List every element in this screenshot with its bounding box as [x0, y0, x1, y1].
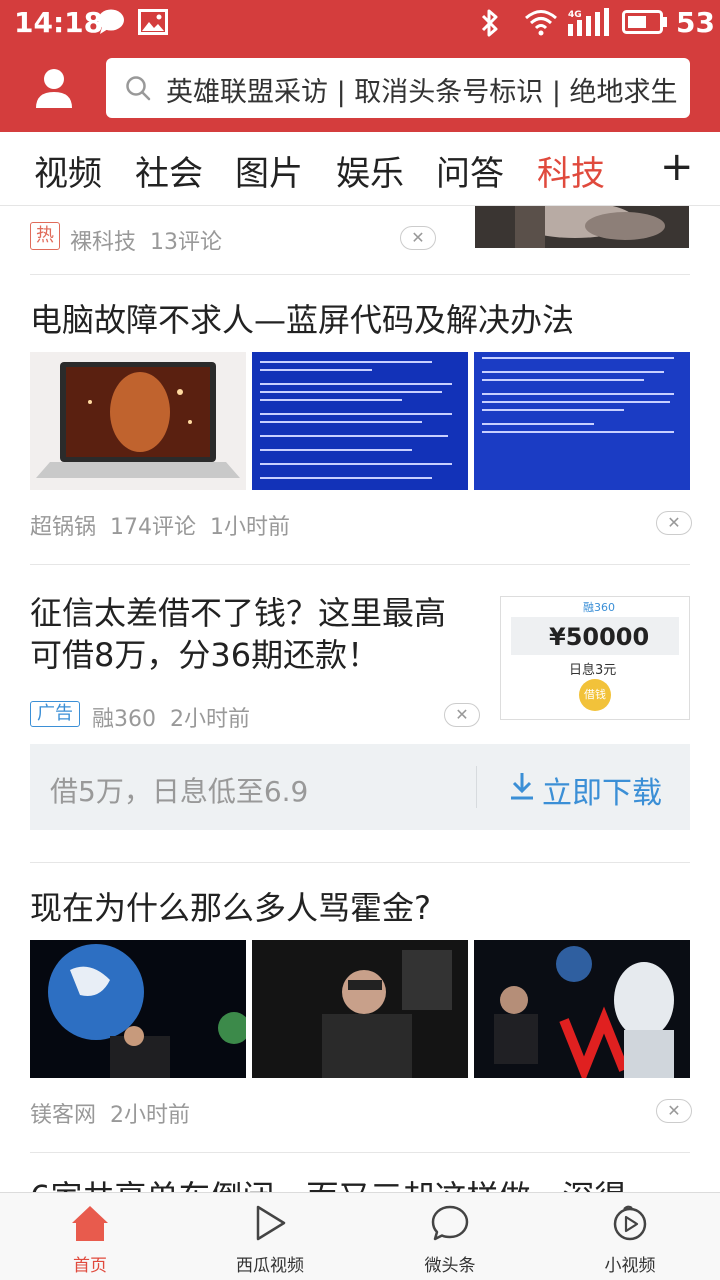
nav-label: 西瓜视频 — [236, 1256, 304, 1276]
hawking-thumbnail — [252, 940, 468, 1078]
search-bar[interactable]: 英雄联盟采访 | 取消头条号标识 | 绝地求生 — [106, 58, 690, 118]
svg-text:4G: 4G — [568, 10, 582, 20]
tab-pictures[interactable]: 图片 — [235, 146, 303, 195]
dislike-close-icon[interactable]: ✕ — [656, 511, 692, 535]
dislike-close-icon[interactable]: ✕ — [400, 226, 436, 250]
nav-micro-headline[interactable]: 微头条 — [390, 1193, 510, 1280]
download-icon[interactable] — [508, 770, 536, 802]
status-bar: 14:18 4G 53 — [0, 0, 720, 46]
battery-icon — [622, 10, 667, 34]
bottom-navigation: 首页 西瓜视频 微头条 小视频 — [0, 1192, 720, 1280]
ad-image-rate: 日息3元 — [569, 663, 617, 678]
nav-home[interactable]: 首页 — [30, 1193, 150, 1280]
search-hot-keywords: 英雄联盟采访 | 取消头条号标识 | 绝地求生 — [166, 77, 678, 108]
bluescreen-thumbnail — [252, 352, 468, 490]
tab-video[interactable]: 视频 — [34, 146, 102, 195]
short-video-icon — [613, 1205, 647, 1241]
dislike-close-icon[interactable]: ✕ — [444, 703, 480, 727]
tab-tech[interactable]: 科技 — [537, 146, 605, 195]
news-feed[interactable]: 热 裸科技 13评论 ✕ 电脑故障不求人—蓝屏代码及解决办法 超锅锅 174评论… — [0, 206, 720, 1192]
channel-tabs: 视频 社会 图片 娱乐 问答 科技 + — [0, 132, 720, 206]
ad-download-bar[interactable]: 借5万，日息低至6.9 立即下载 — [30, 744, 690, 830]
bluescreen-thumbnail — [474, 352, 690, 490]
ad-title[interactable]: 征信太差借不了钱？这里最高可借8万，分36期还款！ — [30, 592, 450, 676]
article-thumbnail — [475, 206, 689, 248]
ad-image-amount: ¥50000 — [549, 623, 650, 651]
nav-xigua-video[interactable]: 西瓜视频 — [210, 1193, 330, 1280]
image-icon — [138, 9, 168, 35]
play-icon — [256, 1205, 286, 1241]
wifi-icon — [525, 10, 557, 36]
ad-tag: 广告 — [30, 701, 80, 727]
message-icon — [98, 9, 124, 34]
tab-society[interactable]: 社会 — [135, 146, 203, 195]
app-header: 英雄联盟采访 | 取消头条号标识 | 绝地求生 — [0, 46, 720, 132]
bluetooth-icon — [481, 9, 498, 37]
ad-image-button: 借钱 — [579, 679, 611, 711]
article-title[interactable]: 电脑故障不求人—蓝屏代码及解决办法 — [30, 299, 690, 341]
add-channel-button[interactable]: + — [660, 144, 694, 190]
home-icon — [72, 1206, 108, 1241]
status-time: 14:18 — [14, 6, 104, 39]
battery-level: 53 — [676, 6, 715, 39]
hawking-thumbnail — [30, 940, 246, 1078]
tab-qa[interactable]: 问答 — [436, 146, 504, 195]
nav-label: 小视频 — [604, 1256, 656, 1276]
item-meta: 超锅锅 174评论 1小时前 — [30, 515, 291, 540]
article-title[interactable]: 现在为什么那么多人骂霍金? — [30, 887, 690, 929]
divider — [30, 1152, 690, 1153]
divider — [30, 564, 690, 565]
hot-tag: 热 — [30, 222, 60, 250]
dislike-close-icon[interactable]: ✕ — [656, 1099, 692, 1123]
nav-label: 微头条 — [424, 1256, 476, 1276]
item-source: 裸科技 13评论 — [70, 230, 223, 255]
search-icon — [126, 76, 151, 101]
user-avatar-icon[interactable] — [34, 66, 74, 110]
tabs-fade-overlay — [620, 132, 660, 206]
ad-bar-text: 借5万，日息低至6.9 — [50, 775, 309, 808]
tab-entertainment[interactable]: 娱乐 — [336, 146, 404, 195]
ad-meta: 融360 2小时前 — [92, 707, 250, 732]
ad-image-brand: 融360 — [583, 601, 615, 614]
hawking-robot-thumbnail — [474, 940, 690, 1078]
download-button[interactable]: 立即下载 — [542, 768, 662, 812]
nav-short-video[interactable]: 小视频 — [570, 1193, 690, 1280]
ad-image[interactable]: 融360 ¥50000 日息3元 借钱 — [500, 596, 690, 720]
signal-icon: 4G — [568, 8, 609, 36]
divider — [476, 766, 477, 808]
nav-label: 首页 — [73, 1256, 107, 1276]
chat-bubble-icon — [431, 1205, 469, 1241]
divider — [30, 274, 690, 275]
divider — [30, 862, 690, 863]
laptop-thumbnail — [30, 352, 246, 490]
article-title[interactable]: 6家共享单车倒闭，而又三却这样做，深得 — [30, 1176, 690, 1192]
item-meta: 镁客网 2小时前 — [30, 1103, 191, 1128]
